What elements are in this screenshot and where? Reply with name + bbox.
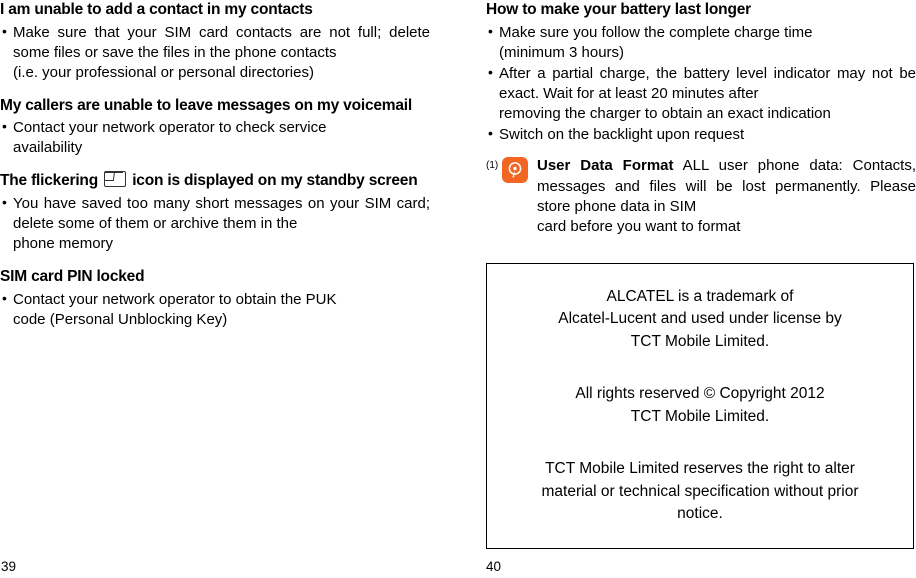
list-item: After a partial charge, the battery leve…	[486, 63, 916, 124]
trademark-line: notice.	[677, 505, 723, 523]
user-data-format-note: (1) User Data Format ALL user phone data…	[486, 156, 916, 236]
trademark-line: All rights reserved © Copyright 2012	[575, 385, 825, 403]
trademark-line: material or technical specification with…	[541, 482, 859, 500]
note-text: User Data Format ALL user phone data: Co…	[537, 156, 916, 236]
note-line: card before you want to format	[537, 217, 741, 235]
trademark-paragraph-1: ALCATEL is a trademark of Alcatel-Lucent…	[507, 286, 893, 353]
heading-sim-pin-locked: SIM card PIN locked	[0, 267, 145, 285]
right-column: How to make your battery last longer Mak…	[486, 0, 916, 237]
heading-unable-add-contact: I am unable to add a contact in my conta…	[0, 1, 313, 18]
trademark-line: ALCATEL is a trademark of	[606, 288, 794, 305]
bullet-line: Make sure you follow the complete charge…	[499, 23, 813, 41]
heading-flickering-icon: The flickering icon is displayed on my s…	[0, 171, 430, 191]
note-bold-label: User Data Format	[537, 157, 674, 175]
note-line: ALL user phone data:	[682, 157, 843, 175]
footnote-marker: (1)	[486, 160, 499, 172]
list-item: Contact your network operator to obtain …	[0, 289, 430, 330]
list-item: Make sure that your SIM card contacts ar…	[0, 22, 430, 83]
bullet-line: You have saved too many short messages o…	[13, 195, 360, 213]
bullet-line: (i.e. your professional or personal dire…	[13, 63, 314, 81]
bullet-line: Make sure that your SIM card contacts ar…	[13, 23, 382, 41]
note-warning-icon	[502, 157, 528, 184]
bullet-list-battery: Make sure you follow the complete charge…	[486, 22, 916, 145]
heading-line: voicemail	[343, 96, 413, 114]
bullet-line: After a partial charge, the battery leve…	[499, 64, 831, 82]
bullet-list-flickering: You have saved too many short messages o…	[0, 193, 430, 254]
bullet-line: availability	[13, 139, 83, 157]
bullet-list-add-contact: Make sure that your SIM card contacts ar…	[0, 22, 430, 83]
heading-line: icon is displayed on my standby	[132, 172, 365, 190]
trademark-line: TCT Mobile Limited.	[630, 407, 770, 425]
bullet-line: code (Personal Unblocking Key)	[13, 310, 228, 328]
page-number-left: 39	[1, 559, 17, 574]
trademark-box: ALCATEL is a trademark of Alcatel-Lucent…	[486, 263, 914, 549]
bullet-line: Switch on the backlight upon request	[499, 125, 745, 143]
left-column: I am unable to add a contact in my conta…	[0, 0, 430, 331]
bullet-line: removing the charger to obtain an exact …	[499, 104, 831, 122]
trademark-line: Alcatel-Lucent and used under license by	[558, 310, 842, 328]
bullet-line: phone memory	[13, 235, 114, 253]
list-item: Make sure you follow the complete charge…	[486, 22, 916, 63]
bullet-list-sim-pin: Contact your network operator to obtain …	[0, 289, 430, 330]
heading-voicemail: My callers are unable to leave messages …	[0, 96, 430, 116]
bullet-line: Contact your network operator to check s…	[13, 119, 327, 137]
heading-line: My callers are unable to leave messages …	[0, 96, 340, 114]
list-item: Switch on the backlight upon request	[486, 124, 916, 145]
trademark-line: TCT Mobile Limited.	[630, 332, 770, 350]
bullet-line: (minimum 3 hours)	[499, 43, 625, 61]
list-item: You have saved too many short messages o…	[0, 193, 430, 254]
trademark-paragraph-3: TCT Mobile Limited reserves the right to…	[507, 458, 893, 525]
document-page: I am unable to add a contact in my conta…	[0, 0, 916, 578]
trademark-line: TCT Mobile Limited reserves the right to…	[545, 460, 855, 478]
page-number-right: 40	[486, 559, 502, 574]
heading-line: screen	[368, 172, 418, 190]
envelope-icon	[104, 171, 127, 188]
list-item: Contact your network operator to check s…	[0, 117, 430, 158]
heading-line: The flickering	[0, 172, 98, 190]
trademark-paragraph-2: All rights reserved © Copyright 2012 TCT…	[507, 383, 893, 428]
heading-battery-last-longer: How to make your battery last longer	[486, 1, 751, 18]
bullet-list-voicemail: Contact your network operator to check s…	[0, 117, 430, 158]
bullet-line: Contact your network operator to obtain …	[13, 290, 337, 308]
